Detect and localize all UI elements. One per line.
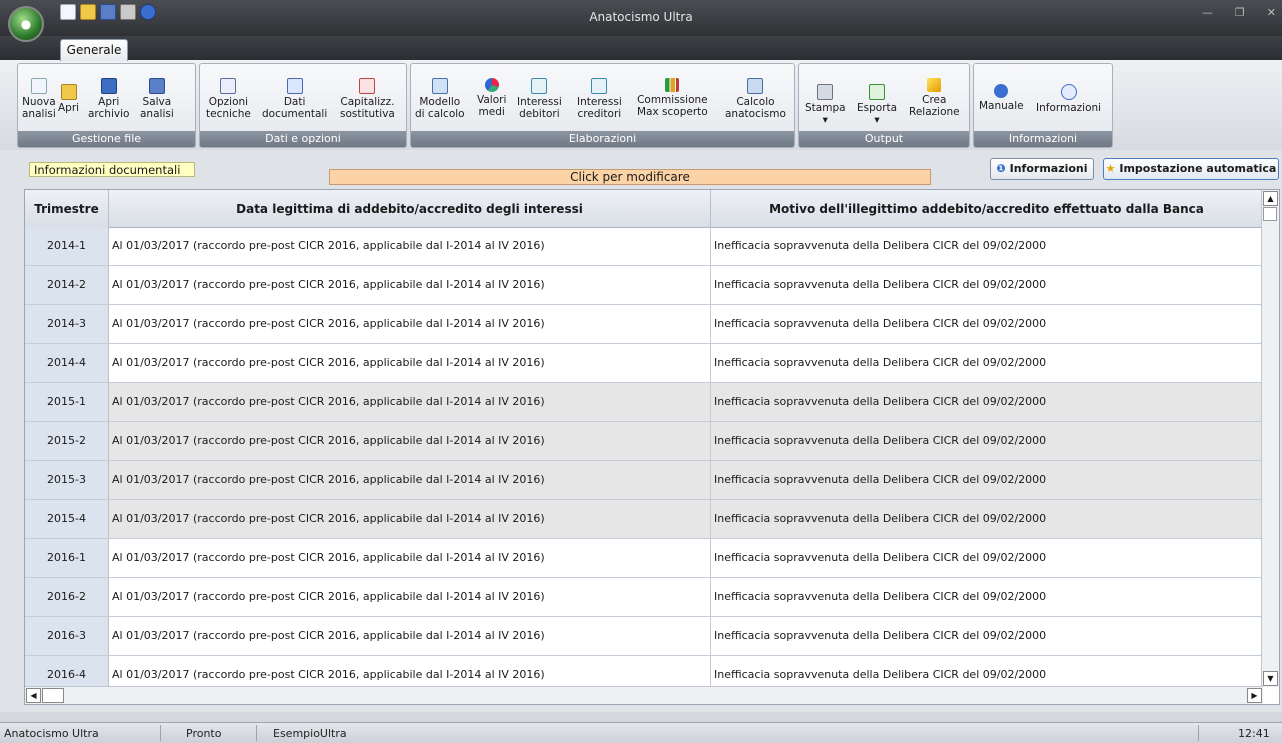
save-icon	[148, 78, 165, 94]
nuova-analisi-button[interactable]: Nuova analisi	[22, 78, 56, 120]
options-icon	[220, 78, 237, 94]
manuale-button[interactable]: Manuale	[979, 84, 1024, 112]
pie-chart-icon	[484, 78, 499, 92]
export-icon	[869, 84, 886, 100]
scroll-down-icon[interactable]: ▼	[1263, 671, 1278, 686]
apri-button[interactable]: Apri	[58, 84, 79, 114]
close-icon[interactable]: ✕	[1267, 6, 1276, 19]
model-icon	[431, 78, 448, 94]
restore-icon[interactable]: ❐	[1235, 6, 1245, 19]
table-row[interactable]: 2015-2 Al 01/03/2017 (raccordo pre-post C…	[25, 422, 1263, 461]
informazioni-panel-button[interactable]: ❶ Informazioni	[990, 158, 1094, 180]
vertical-scrollbar[interactable]: ▲ ▼	[1261, 190, 1279, 687]
table-row[interactable]: 2014-4 Al 01/03/2017 (raccordo pre-post C…	[25, 344, 1263, 383]
status-bar: Anatocismo Ultra Pronto EsempioUltra 12:…	[0, 722, 1282, 743]
status-divider	[160, 725, 161, 741]
data-icon	[286, 78, 303, 94]
new-document-icon	[30, 78, 47, 94]
click-per-modificare-banner[interactable]: Click per modificare	[329, 169, 931, 185]
apri-archivio-button[interactable]: Apri archivio	[88, 78, 129, 120]
table-row[interactable]: 2015-3 Al 01/03/2017 (raccordo pre-post C…	[25, 461, 1263, 500]
ribbon-tabstrip	[0, 36, 1282, 60]
lightning-icon	[927, 78, 942, 92]
window-title: Anatocismo Ultra	[589, 10, 693, 24]
commissione-max-scoperto-button[interactable]: Commissione Max scoperto	[637, 78, 708, 118]
minimize-icon[interactable]: —	[1202, 6, 1213, 19]
group-label: Gestione file	[18, 131, 195, 147]
status-app-name: Anatocismo Ultra	[4, 727, 99, 740]
esporta-button[interactable]: Esporta ▾	[857, 84, 897, 126]
group-elaborazioni: Modello di calcolo Valori medi Interessi de…	[410, 63, 795, 148]
dati-documentali-button[interactable]: Dati documentali	[262, 78, 327, 120]
table-row[interactable]: 2014-3 Al 01/03/2017 (raccordo pre-post C…	[25, 305, 1263, 344]
group-label: Elaborazioni	[411, 131, 794, 147]
group-dati-opzioni: Opzioni tecniche Dati documentali Capitali…	[199, 63, 407, 148]
application-menu-button[interactable]: ●	[8, 6, 44, 42]
status-state: Pronto	[186, 727, 222, 740]
stampa-button[interactable]: Stampa ▾	[805, 84, 846, 126]
info-icon: ❶	[996, 162, 1006, 175]
table-row[interactable]: 2016-1 Al 01/03/2017 (raccordo pre-post C…	[25, 539, 1263, 578]
star-icon: ★	[1105, 162, 1116, 175]
group-gestione-file: Nuova analisi Apri Apri archivio Salva anal…	[17, 63, 196, 148]
scroll-thumb[interactable]	[42, 688, 64, 703]
table-row[interactable]: 2016-2 Al 01/03/2017 (raccordo pre-post C…	[25, 578, 1263, 617]
valori-medi-button[interactable]: Valori medi	[477, 78, 506, 118]
group-label: Dati e opzioni	[200, 131, 406, 147]
informazioni-button[interactable]: Informazioni	[1036, 84, 1101, 114]
calculator-icon	[747, 78, 764, 94]
scroll-thumb[interactable]	[1263, 207, 1277, 221]
tab-generale[interactable]: Generale	[60, 39, 128, 61]
interessi-debitori-button[interactable]: Interessi debitori	[517, 78, 562, 120]
table-row[interactable]: 2016-3 Al 01/03/2017 (raccordo pre-post C…	[25, 617, 1263, 656]
calcolo-anatocismo-button[interactable]: Calcolo anatocismo	[725, 78, 786, 120]
info-icon	[1060, 84, 1077, 100]
column-header-motivo[interactable]: Motivo dell'illegittimo addebito/accredi…	[711, 190, 1263, 227]
modello-calcolo-button[interactable]: Modello di calcolo	[415, 78, 465, 120]
folder-open-icon	[60, 84, 77, 100]
group-label: Output	[799, 131, 969, 147]
status-divider	[1198, 725, 1199, 741]
debit-interest-icon	[531, 78, 548, 94]
title-bar: Anatocismo Ultra — ❐ ✕	[0, 0, 1282, 36]
interest-dates-grid: Trimestre Data legittima di addebito/acc…	[24, 189, 1280, 705]
table-row[interactable]: 2014-2 Al 01/03/2017 (raccordo pre-post C…	[25, 266, 1263, 305]
print-icon	[817, 84, 834, 100]
group-informazioni: Manuale Informazioni Informazioni	[973, 63, 1113, 148]
impostazione-automatica-button[interactable]: ★ Impostazione automatica	[1103, 158, 1279, 180]
status-file-name: EsempioUltra	[273, 727, 347, 740]
ribbon: Nuova analisi Apri Apri archivio Salva anal…	[0, 60, 1282, 151]
horizontal-scrollbar[interactable]: ◀ ▶	[25, 686, 1263, 704]
salva-analisi-button[interactable]: Salva analisi	[140, 78, 174, 120]
scroll-right-icon[interactable]: ▶	[1247, 688, 1262, 703]
column-header-trimestre[interactable]: Trimestre	[25, 190, 109, 227]
status-divider	[256, 725, 257, 741]
calendar-icon	[359, 78, 376, 94]
group-label: Informazioni	[974, 131, 1112, 147]
interessi-creditori-button[interactable]: Interessi creditori	[577, 78, 622, 120]
capitalizz-sostitutiva-button[interactable]: Capitalizz. sostitutiva	[340, 78, 395, 120]
crea-relazione-button[interactable]: Crea Relazione	[909, 78, 960, 118]
opzioni-tecniche-button[interactable]: Opzioni tecniche	[206, 78, 251, 120]
group-output: Stampa ▾ Esporta ▾ Crea Relazione Output	[798, 63, 970, 148]
window-controls: — ❐ ✕	[1202, 6, 1276, 19]
scroll-left-icon[interactable]: ◀	[26, 688, 41, 703]
credit-interest-icon	[591, 78, 608, 94]
help-icon	[994, 84, 1009, 98]
table-row[interactable]: 2014-1 Al 01/03/2017 (raccordo pre-post C…	[25, 227, 1263, 266]
grid-header: Trimestre Data legittima di addebito/acc…	[25, 190, 1263, 228]
informazioni-documentali-label[interactable]: Informazioni documentali	[29, 162, 195, 177]
scroll-up-icon[interactable]: ▲	[1263, 191, 1278, 206]
grid-body: 2014-1 Al 01/03/2017 (raccordo pre-post C…	[25, 227, 1263, 695]
main-content: Informazioni documentali Click per modif…	[0, 150, 1282, 712]
table-row[interactable]: 2015-1 Al 01/03/2017 (raccordo pre-post C…	[25, 383, 1263, 422]
status-clock: 12:41	[1238, 727, 1270, 740]
bar-chart-icon	[665, 78, 680, 92]
column-header-data-legittima[interactable]: Data legittima di addebito/accredito deg…	[109, 190, 711, 227]
table-row[interactable]: 2015-4 Al 01/03/2017 (raccordo pre-post C…	[25, 500, 1263, 539]
archive-icon	[100, 78, 117, 94]
